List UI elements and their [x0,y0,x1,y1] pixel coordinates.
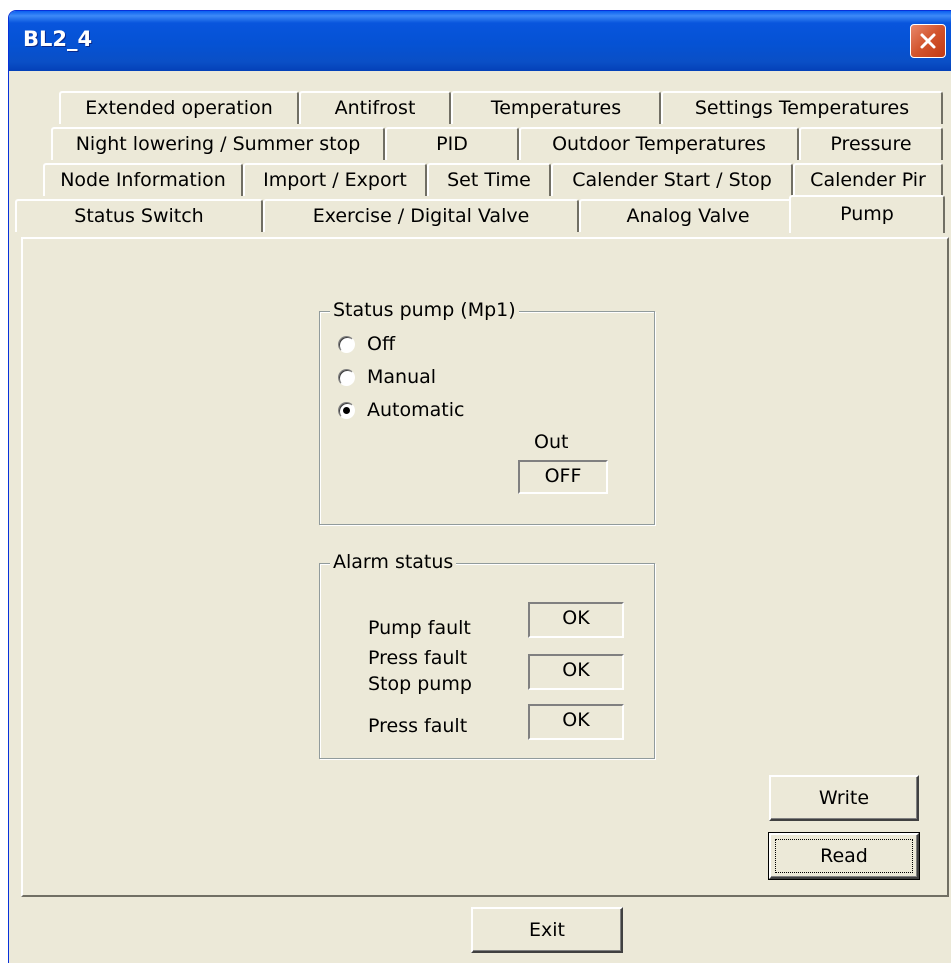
title-bar[interactable]: BL2_4 [9,11,951,71]
tab-extended-operation[interactable]: Extended operation [59,91,299,124]
tab-import-export[interactable]: Import / Export [243,163,427,196]
pump-fault-label: Pump fault [368,617,471,639]
write-button[interactable]: Write [769,775,919,821]
radio-manual-label: Manual [367,366,437,388]
tab-node-information[interactable]: Node Information [43,163,243,196]
tab-exercise-digital-valve[interactable]: Exercise / Digital Valve [263,199,579,232]
press-fault-label: Press fault [368,715,468,737]
tab-antifrost[interactable]: Antifrost [299,91,451,124]
read-button-focus-rect [775,839,913,873]
tab-outdoor-temperatures[interactable]: Outdoor Temperatures [519,127,799,160]
press-fault-stop-pump-label-line1: Press fault [368,647,468,669]
out-label: Out [534,431,569,453]
exit-button-label: Exit [529,919,565,941]
radio-automatic-indicator[interactable] [338,401,355,419]
write-button-label: Write [818,787,870,809]
radio-manual[interactable]: Manual [338,363,436,391]
tab-pressure[interactable]: Pressure [799,127,943,160]
tab-pid[interactable]: PID [385,127,519,160]
dialog-window: BL2_4 Extended operation Antifrost Tempe… [8,10,951,963]
radio-automatic-label: Automatic [367,399,465,421]
tab-set-time[interactable]: Set Time [427,163,551,196]
radio-off-label: Off [367,333,396,355]
exit-button[interactable]: Exit [471,907,623,953]
press-fault-value: OK [528,704,624,740]
radio-manual-indicator[interactable] [338,368,355,386]
tab-panel-pump: Status pump (Mp1) Off Manual Automatic O… [21,237,949,897]
press-fault-stop-pump-label-line2: Stop pump [368,673,472,695]
status-pump-group: Status pump (Mp1) Off Manual Automatic O… [319,299,655,525]
read-button[interactable]: Read [768,832,920,880]
status-pump-group-title: Status pump (Mp1) [330,299,519,321]
tab-analog-valve[interactable]: Analog Valve [579,199,797,232]
out-value: OFF [518,460,608,494]
tab-night-lowering[interactable]: Night lowering / Summer stop [51,127,385,160]
radio-off-indicator[interactable] [338,335,355,353]
tab-calender-start-stop[interactable]: Calender Start / Stop [551,163,793,196]
tab-pump[interactable]: Pump [789,195,945,233]
radio-automatic[interactable]: Automatic [338,396,464,424]
alarm-status-group: Alarm status Pump fault OK Press fault S… [319,551,655,759]
tab-settings-temperatures[interactable]: Settings Temperatures [661,91,943,124]
alarm-status-group-title: Alarm status [330,551,457,573]
tab-temperatures[interactable]: Temperatures [451,91,661,124]
tab-calender-pir[interactable]: Calender Pir [793,163,943,196]
close-icon [920,33,936,49]
radio-off[interactable]: Off [338,330,395,358]
tab-status-switch[interactable]: Status Switch [15,199,263,232]
pump-fault-value: OK [528,602,624,638]
press-fault-stop-pump-value: OK [528,654,624,690]
window-title: BL2_4 [23,27,93,51]
close-button[interactable] [910,24,946,58]
